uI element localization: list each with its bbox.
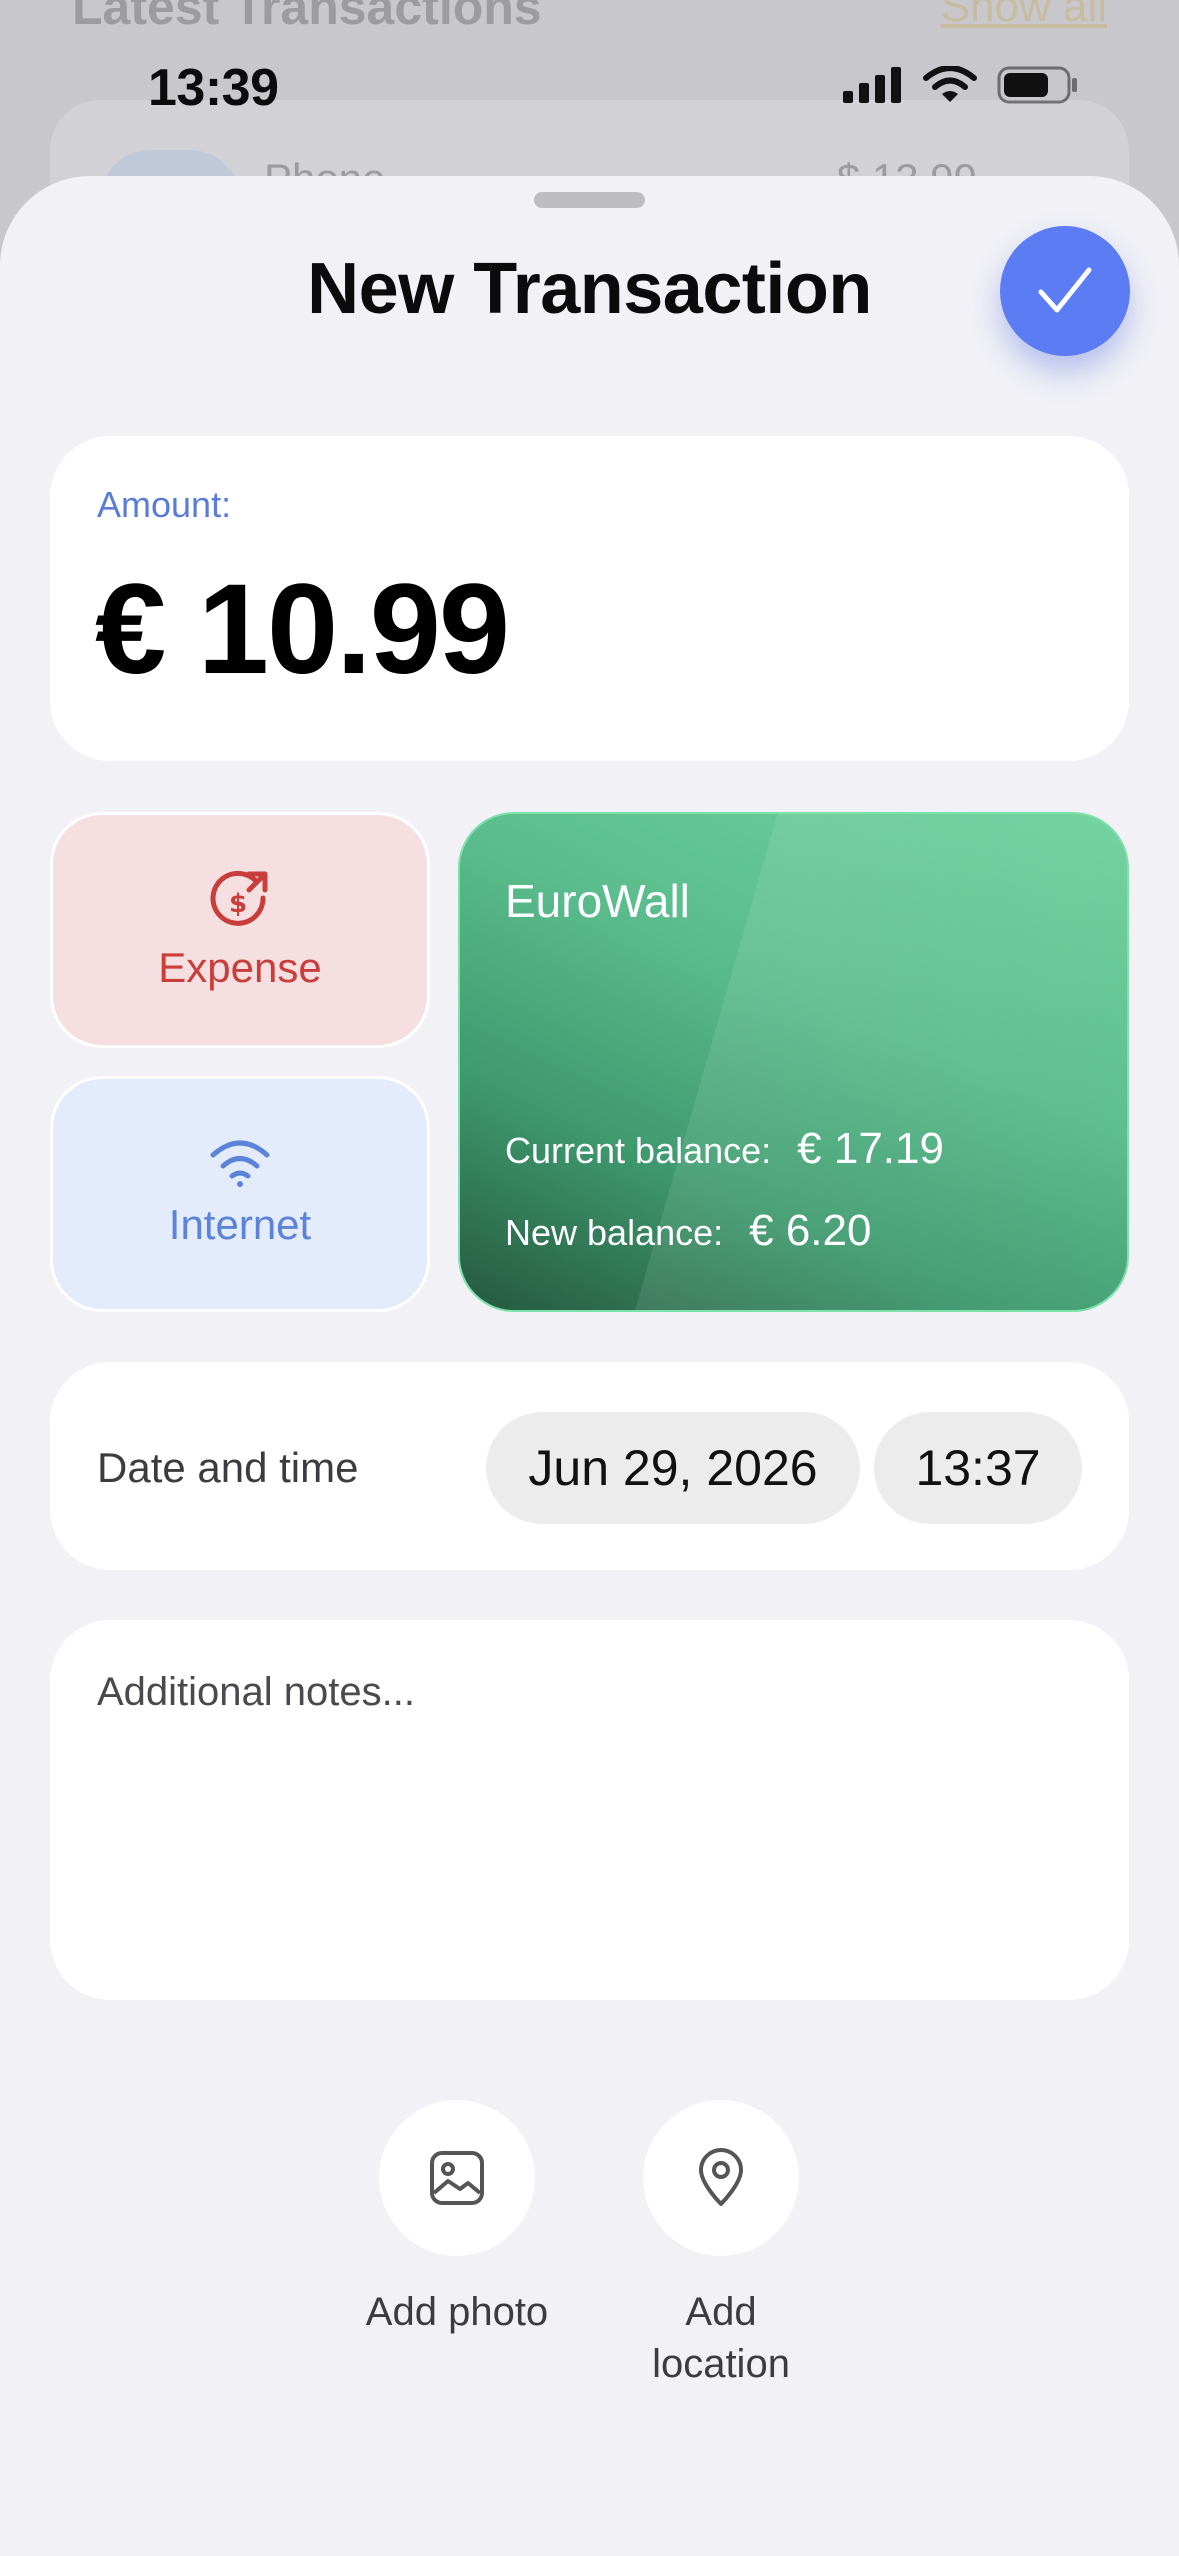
time-picker[interactable]: 13:37 xyxy=(874,1412,1082,1524)
status-icons xyxy=(843,66,1079,104)
new-transaction-sheet: New Transaction Amount: € 10.99 $ Expens… xyxy=(0,176,1179,2556)
add-photo-label: Add photo xyxy=(365,2290,549,2334)
current-balance-row: Current balance: € 17.19 xyxy=(505,1124,944,1174)
new-balance-row: New balance: € 6.20 xyxy=(505,1206,871,1256)
transaction-type-tile[interactable]: $ Expense xyxy=(50,812,430,1048)
category-tile[interactable]: Internet xyxy=(50,1076,430,1312)
checkmark-icon xyxy=(1038,267,1092,313)
add-location-action[interactable]: Add location xyxy=(591,2100,851,2390)
amount-label: Amount: xyxy=(97,484,232,525)
date-time-card: Date and time Jun 29, 2026 13:37 xyxy=(50,1362,1129,1570)
add-location-label: Add location xyxy=(621,2286,821,2390)
wallet-name: EuroWall xyxy=(505,875,690,927)
current-balance-value: € 17.19 xyxy=(797,1124,944,1173)
add-location-label-line2: location xyxy=(652,2342,790,2386)
wallet-card[interactable]: EuroWall Current balance: € 17.19 New ba… xyxy=(458,812,1129,1312)
expense-icon: $ xyxy=(210,870,268,926)
add-location-label-line1: Add xyxy=(685,2290,757,2334)
notes-card[interactable] xyxy=(50,1620,1129,2000)
new-balance-label: New balance: xyxy=(505,1212,724,1253)
location-pin-icon xyxy=(699,2148,743,2206)
date-picker[interactable]: Jun 29, 2026 xyxy=(486,1412,860,1524)
date-time-label: Date and time xyxy=(97,1444,359,1491)
category-label: Internet xyxy=(168,1201,312,1248)
status-bar: 13:39 xyxy=(0,0,1179,170)
status-time: 13:39 xyxy=(148,59,279,117)
confirm-button[interactable] xyxy=(1000,226,1130,356)
transaction-type-label: Expense xyxy=(158,944,322,991)
notes-input[interactable] xyxy=(97,1670,1082,1950)
battery-icon xyxy=(997,66,1077,104)
photo-icon xyxy=(430,2151,484,2205)
signal-icon xyxy=(843,67,901,103)
add-location-button[interactable] xyxy=(643,2100,799,2256)
wifi-icon xyxy=(210,1140,270,1187)
amount-value[interactable]: € 10.99 xyxy=(95,556,510,703)
add-photo-action[interactable]: Add photo xyxy=(327,2100,587,2338)
wifi-icon xyxy=(923,66,977,102)
sheet-grabber[interactable] xyxy=(534,192,645,208)
svg-text:$: $ xyxy=(229,889,247,919)
amount-card[interactable]: Amount: € 10.99 xyxy=(50,436,1129,761)
add-photo-button[interactable] xyxy=(379,2100,535,2256)
new-balance-value: € 6.20 xyxy=(749,1206,872,1255)
current-balance-label: Current balance: xyxy=(505,1130,772,1171)
